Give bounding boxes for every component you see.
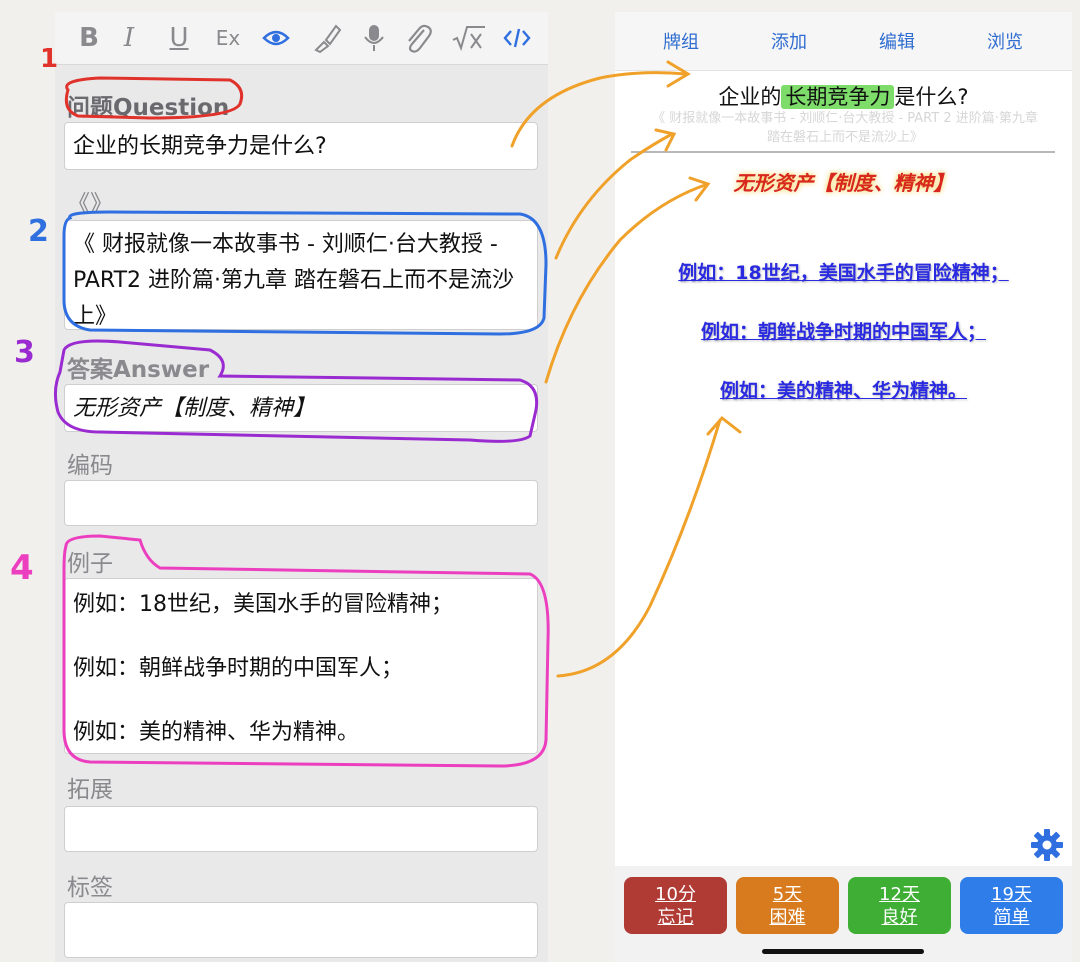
example-line: 例如：朝鲜战争时期的中国军人； xyxy=(73,656,404,681)
example-line: 例如：18世纪，美国水手的冒险精神； xyxy=(73,592,453,617)
example-line: 例如：美的精神、华为精神。 xyxy=(73,720,360,745)
card-example[interactable]: 例如：朝鲜战争时期的中国军人； xyxy=(615,317,1072,344)
microphone-icon[interactable] xyxy=(360,20,388,56)
card-source: 《 财报就像一本故事书 - 刘顺仁·台大教授 - PART 2 进阶篇·第九章 … xyxy=(625,109,1065,147)
bold-button[interactable]: B xyxy=(75,20,103,56)
source-field[interactable]: 《 财报就像一本故事书 - 刘顺仁·台大教授 - PART2 进阶篇·第九章 踏… xyxy=(64,220,538,330)
grade-label: 简单 xyxy=(993,907,1030,928)
italic-button[interactable]: I xyxy=(117,20,141,56)
grade-easy-button[interactable]: 19天 简单 xyxy=(960,877,1063,934)
answer-label: 答案Answer xyxy=(67,357,210,383)
card-answer: 无形资产【制度、精神】 xyxy=(733,171,954,195)
source-line: 《 财报就像一本故事书 - 刘顺仁·台大教授 - PART 2 进阶篇·第九章 xyxy=(652,111,1038,126)
grade-interval: 5天 xyxy=(772,884,803,905)
format-toolbar: B I U Ex xyxy=(55,12,548,65)
grade-hard-button[interactable]: 5天 困难 xyxy=(736,877,839,934)
grade-label: 良好 xyxy=(881,907,918,928)
grade-interval: 12天 xyxy=(879,884,920,905)
question-prefix: 企业的 xyxy=(718,85,782,109)
nav-edit-button[interactable]: 编辑 xyxy=(879,28,915,54)
nav-add-button[interactable]: 添加 xyxy=(771,28,807,54)
code-field[interactable] xyxy=(64,480,538,526)
grade-interval: 10分 xyxy=(655,884,696,905)
answer-field[interactable]: 无形资产【制度、精神】 xyxy=(64,384,538,432)
extend-label: 拓展 xyxy=(67,777,113,803)
grade-label: 忘记 xyxy=(657,907,694,928)
question-label: 问题Question xyxy=(67,95,230,121)
annotation-number-2: 2 xyxy=(28,214,49,249)
clear-format-button[interactable]: Ex xyxy=(211,20,245,56)
extend-field[interactable] xyxy=(64,806,538,852)
grade-good-button[interactable]: 12天 良好 xyxy=(848,877,951,934)
question-highlight: 长期竞争力 xyxy=(781,85,895,109)
nav-browse-button[interactable]: 浏览 xyxy=(987,28,1023,54)
code-icon[interactable] xyxy=(501,20,533,56)
grade-label: 困难 xyxy=(769,907,806,928)
grade-interval: 19天 xyxy=(991,884,1032,905)
source-label: 《》 xyxy=(67,191,113,217)
card-example[interactable]: 例如：18世纪，美国水手的冒险精神； xyxy=(615,258,1072,285)
annotation-number-4: 4 xyxy=(10,548,34,588)
grade-again-button[interactable]: 10分 忘记 xyxy=(624,877,727,934)
note-editor: B I U Ex 问题Question 企业的长期竞争力是什么? 《》 《 财报… xyxy=(55,12,548,962)
tags-label: 标签 xyxy=(67,875,113,901)
source-line: 踏在磐石上而不是流沙上》 xyxy=(766,130,923,145)
eye-icon[interactable] xyxy=(260,20,292,56)
question-field[interactable]: 企业的长期竞争力是什么? xyxy=(64,122,538,170)
divider xyxy=(631,151,1055,153)
tags-field[interactable] xyxy=(64,902,538,958)
question-suffix: 是什么? xyxy=(894,85,969,109)
annotation-number-3: 3 xyxy=(14,335,35,370)
gear-icon[interactable] xyxy=(1030,828,1064,866)
code-label: 编码 xyxy=(67,453,113,479)
paperclip-icon[interactable] xyxy=(400,20,434,56)
home-indicator xyxy=(762,949,924,954)
nav-decks-button[interactable]: 牌组 xyxy=(663,28,699,54)
answer-buttons-bar: 10分 忘记 5天 困难 12天 良好 19天 简单 xyxy=(615,866,1072,962)
top-nav: 牌组 添加 编辑 浏览 xyxy=(615,12,1072,71)
example-field[interactable]: 例如：18世纪，美国水手的冒险精神； 例如：朝鲜战争时期的中国军人； 例如：美的… xyxy=(64,578,538,754)
paintbrush-icon[interactable] xyxy=(308,20,344,56)
card-example[interactable]: 例如：美的精神、华为精神。 xyxy=(615,376,1072,403)
card-preview: 牌组 添加 编辑 浏览 企业的 长期竞争力 是什么? 《 财报就像一本故事书 - 刘… xyxy=(615,12,1072,962)
example-label: 例子 xyxy=(67,551,113,577)
math-sqrt-icon[interactable] xyxy=(451,20,487,56)
annotation-number-1: 1 xyxy=(40,44,59,74)
underline-button[interactable]: U xyxy=(165,20,193,56)
